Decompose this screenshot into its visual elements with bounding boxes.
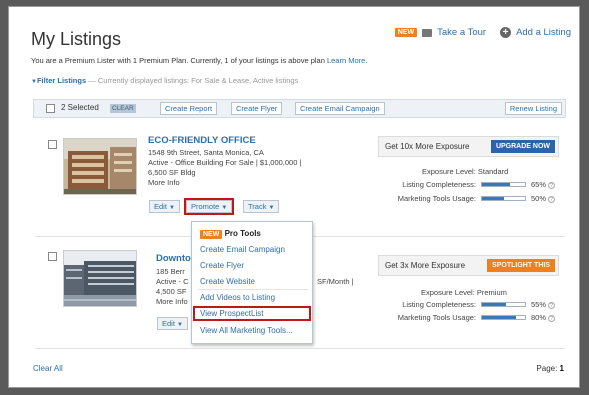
create-email-campaign-button[interactable]: Create Email Campaign	[295, 102, 385, 115]
listing-checkbox[interactable]	[48, 252, 57, 261]
page-number[interactable]: 1	[560, 364, 564, 373]
spotlight-this-button[interactable]: SPOTLIGHT THIS	[487, 259, 555, 272]
listing-size: 4,500 SF	[156, 287, 187, 296]
listing-title[interactable]: ECO-FRIENDLY OFFICE	[148, 135, 256, 146]
tools-usage-value: 80%	[531, 313, 547, 322]
tools-usage-value: 50%	[531, 194, 547, 203]
learn-more-link[interactable]: Learn More.	[327, 56, 367, 65]
renew-listing-button[interactable]: Renew Listing	[504, 102, 562, 115]
add-listing-link[interactable]: Add a Listing	[516, 27, 571, 38]
exposure-upsell: Get 10x More Exposure UPGRADE NOW	[378, 136, 559, 157]
bulk-toolbar: 2 Selected CLEAR Create Report Create Fl…	[33, 99, 566, 118]
select-all-checkbox[interactable]	[46, 104, 55, 113]
menu-view-prospectlist[interactable]: View ProspectList	[193, 306, 311, 321]
menu-create-flyer[interactable]: Create Flyer	[200, 261, 244, 270]
listing-details: Active - C	[156, 277, 189, 286]
tools-usage-percent: 80%?	[531, 313, 556, 322]
completeness-value: 55%	[531, 300, 547, 309]
edit-label: Edit	[154, 202, 167, 211]
pagination: Page: 1	[536, 364, 564, 373]
listing-title[interactable]: Downto	[156, 253, 191, 264]
listing-address: 1548 9th Street, Santa Monica, CA	[148, 148, 264, 157]
edit-dropdown[interactable]: Edit ▼	[157, 317, 188, 330]
filter-listings-label: Filter Listings	[36, 76, 87, 85]
create-flyer-button[interactable]: Create Flyer	[231, 102, 283, 115]
create-report-button[interactable]: Create Report	[160, 102, 218, 115]
help-icon[interactable]: ?	[548, 196, 556, 203]
pro-tools-label: Pro Tools	[224, 229, 261, 238]
edit-dropdown[interactable]: Edit ▼	[149, 200, 180, 213]
completeness-label: Listing Completeness:	[402, 300, 476, 309]
completeness-fill	[482, 303, 506, 306]
row-divider	[35, 348, 565, 349]
caret-down-icon: ▼	[176, 322, 183, 328]
exposure-cta-text: Get 10x More Exposure	[385, 142, 470, 151]
promote-menu: NEW Pro Tools Create Email Campaign Crea…	[191, 221, 313, 344]
completeness-fill	[482, 183, 510, 186]
completeness-value: 65%	[531, 180, 547, 189]
new-badge: NEW	[394, 28, 418, 37]
track-dropdown[interactable]: Track ▼	[243, 200, 280, 213]
completeness-percent: 65%?	[531, 180, 556, 189]
listing-photo[interactable]	[63, 138, 137, 195]
menu-create-email-campaign[interactable]: Create Email Campaign	[200, 245, 285, 254]
help-icon[interactable]: ?	[548, 315, 556, 322]
menu-divider	[198, 289, 308, 290]
promote-dropdown[interactable]: Promote ▼	[183, 198, 235, 215]
listing-checkbox[interactable]	[48, 140, 57, 149]
filter-listings-toggle[interactable]: ▼Filter Listings	[31, 76, 86, 85]
tools-usage-fill	[482, 197, 504, 200]
completeness-label: Listing Completeness:	[402, 180, 476, 189]
listing-size: 6,500 SF Bldg	[148, 168, 196, 177]
edit-label: Edit	[162, 319, 175, 328]
page-title: My Listings	[31, 29, 122, 49]
filter-summary: — Currently displayed listings: For Sale…	[86, 76, 299, 85]
completeness-bar	[481, 302, 526, 307]
menu-view-all-marketing-tools[interactable]: View All Marketing Tools...	[200, 326, 293, 335]
pro-tools-header: NEW Pro Tools	[200, 229, 261, 239]
help-icon[interactable]: ?	[548, 302, 556, 309]
new-badge: NEW	[200, 230, 223, 239]
more-info-link[interactable]: More Info	[148, 178, 180, 188]
caret-down-icon: ▼	[168, 205, 175, 211]
tools-usage-fill	[482, 316, 517, 319]
upgrade-now-button[interactable]: UPGRADE NOW	[490, 140, 555, 153]
speech-bubble-icon	[422, 28, 433, 37]
listing-details: Active - Office Building For Sale | $1,0…	[148, 158, 302, 167]
caret-down-icon: ▼	[221, 205, 228, 211]
help-icon[interactable]: ?	[548, 182, 556, 189]
plus-icon[interactable]: +	[500, 27, 512, 38]
promote-label: Promote	[191, 202, 220, 211]
selected-count: 2 Selected	[61, 103, 99, 112]
track-label: Track	[248, 202, 267, 211]
tools-usage-bar	[481, 315, 526, 320]
take-tour-link[interactable]: Take a Tour	[437, 27, 486, 38]
header-actions: NEW Take a Tour + Add a Listing	[394, 27, 571, 38]
clear-all-link[interactable]: Clear All	[33, 364, 63, 373]
caret-down-icon: ▼	[268, 205, 275, 211]
menu-add-videos[interactable]: Add Videos to Listing	[200, 293, 275, 302]
tools-usage-label: Marketing Tools Usage:	[397, 194, 476, 203]
exposure-cta-text: Get 3x More Exposure	[385, 261, 466, 270]
clear-selection-button[interactable]: CLEAR	[110, 104, 136, 113]
exposure-level: Exposure Level: Standard	[422, 167, 509, 176]
listing-details-tail: SF/Month |	[317, 277, 354, 286]
menu-create-website[interactable]: Create Website	[200, 277, 255, 286]
exposure-upsell: Get 3x More Exposure SPOTLIGHT THIS	[378, 255, 559, 276]
filter-bar: ▼Filter Listings — Currently displayed l…	[31, 76, 298, 85]
more-info-link[interactable]: More Info	[156, 297, 188, 307]
exposure-level: Exposure Level: Premium	[421, 288, 507, 297]
listing-photo[interactable]	[63, 250, 137, 307]
page-label: Page:	[536, 364, 558, 373]
tools-usage-percent: 50%?	[531, 194, 556, 203]
listing-address: 185 Berr	[156, 267, 185, 276]
completeness-percent: 55%?	[531, 300, 556, 309]
completeness-bar	[481, 182, 526, 187]
listings-panel: My Listings NEW Take a Tour + Add a List…	[8, 6, 580, 388]
plan-notice: You are a Premium Lister with 1 Premium …	[31, 56, 367, 65]
plan-notice-text: You are a Premium Lister with 1 Premium …	[31, 56, 327, 65]
tools-usage-bar	[481, 196, 526, 201]
tools-usage-label: Marketing Tools Usage:	[397, 313, 476, 322]
